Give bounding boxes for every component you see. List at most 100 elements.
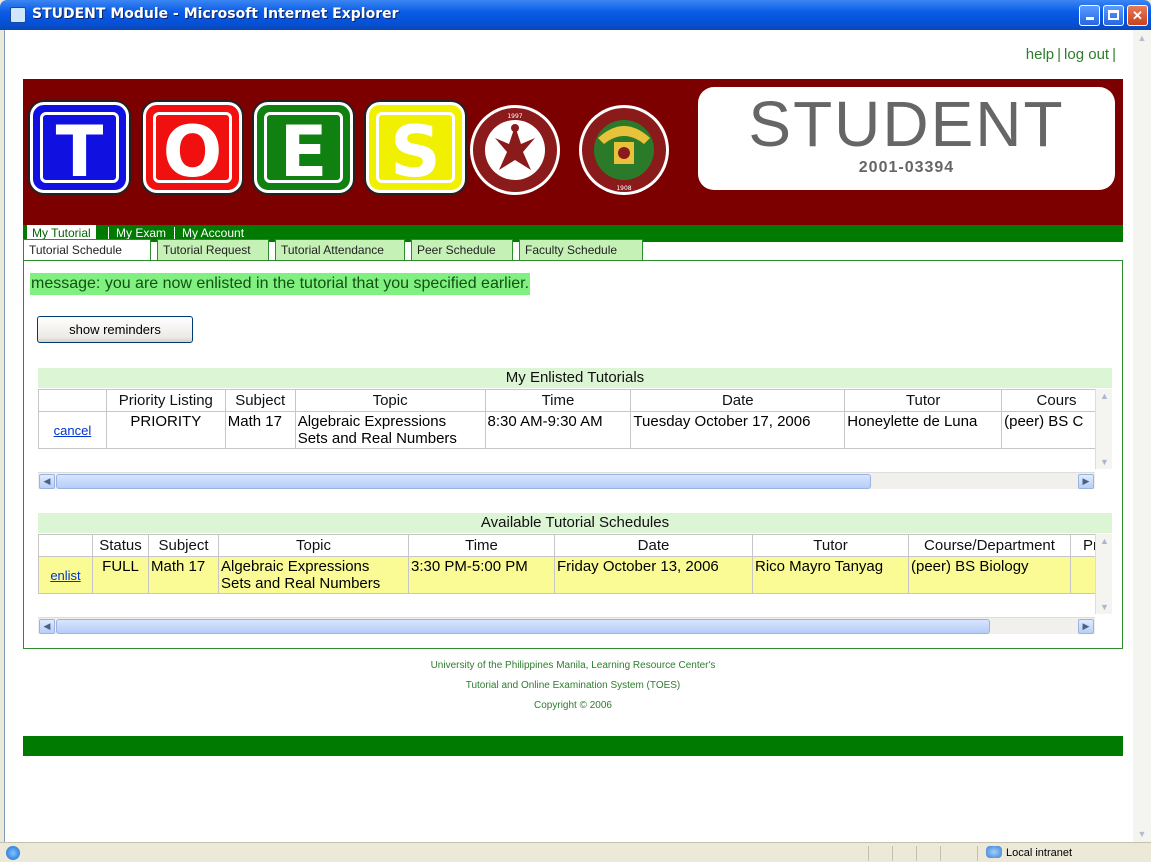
logo-letter-s: S — [366, 102, 465, 193]
enlisted-tutorials-title: My Enlisted Tutorials — [38, 368, 1112, 388]
table-header-row: Status Subject Topic Time Date Tutor Cou… — [38, 534, 1111, 557]
tab-faculty-schedule[interactable]: Faculty Schedule — [519, 239, 643, 261]
course-cell: (peer) BS Biology — [908, 556, 1071, 594]
browser-viewport: help | log out | T O E S 1997 1908 STUDENT … — [4, 30, 1133, 842]
scroll-down-icon[interactable]: ▼ — [1096, 600, 1112, 614]
enlisted-vertical-scrollbar[interactable]: ▲ ▼ — [1095, 389, 1112, 469]
status-divider — [940, 846, 941, 861]
topic-cell: Algebraic Expressions Sets and Real Numbe… — [294, 411, 486, 449]
scroll-left-icon[interactable]: ◀ — [39, 619, 55, 634]
logo-letter-o: O — [143, 102, 242, 193]
logout-separator: | — [1112, 46, 1116, 63]
help-bar: help | log out | — [1026, 46, 1119, 63]
logout-link[interactable]: log out — [1064, 46, 1109, 63]
status-divider — [916, 846, 917, 861]
col-tutor: Tutor — [752, 534, 909, 557]
date-cell: Tuesday October 17, 2006 — [630, 411, 846, 449]
intranet-zone-icon — [986, 846, 1002, 858]
col-topic: Topic — [294, 389, 486, 412]
minimize-icon — [1085, 17, 1094, 20]
logo-letter-t: T — [30, 102, 129, 193]
cancel-link[interactable]: cancel — [54, 423, 92, 438]
col-date: Date — [554, 534, 753, 557]
scroll-down-icon[interactable]: ▼ — [1134, 826, 1150, 842]
scroll-up-icon[interactable]: ▲ — [1096, 389, 1112, 403]
scroll-thumb[interactable] — [56, 619, 990, 634]
scroll-left-icon[interactable]: ◀ — [39, 474, 55, 489]
footer-line-2: Tutorial and Online Examination System (… — [465, 680, 681, 691]
enlist-link[interactable]: enlist — [50, 568, 80, 583]
status-bar: Local intranet — [0, 842, 1151, 862]
col-subject: Subject — [224, 389, 296, 412]
time-cell: 8:30 AM-9:30 AM — [484, 411, 632, 449]
time-cell: 3:30 PM-5:00 PM — [408, 556, 555, 594]
available-tutorials-table: Status Subject Topic Time Date Tutor Cou… — [38, 534, 1111, 594]
role-title: STUDENT — [748, 88, 1065, 160]
action-cell: enlist — [38, 556, 93, 594]
status-cell: FULL — [92, 556, 149, 594]
svg-text:1908: 1908 — [616, 185, 631, 192]
tab-tutorial-attendance[interactable]: Tutorial Attendance — [275, 239, 405, 261]
footer-bar — [23, 736, 1123, 756]
status-divider — [977, 846, 978, 861]
window-title: STUDENT Module - Microsoft Internet Expl… — [32, 6, 399, 22]
tab-tutorial-schedule[interactable]: Tutorial Schedule — [23, 239, 151, 261]
available-vertical-scrollbar[interactable]: ▲ ▼ — [1095, 534, 1112, 614]
maximize-button[interactable] — [1103, 5, 1124, 26]
close-button[interactable]: ✕ — [1127, 5, 1148, 26]
student-id: 2001-03394 — [858, 159, 955, 176]
maximize-icon — [1108, 10, 1119, 20]
col-time: Time — [484, 389, 632, 412]
tutor-cell: Honeylette de Luna — [844, 411, 1003, 449]
help-link[interactable]: help — [1026, 46, 1054, 63]
col-priority-listing: Priority Listing — [105, 389, 226, 412]
scroll-up-icon[interactable]: ▲ — [1096, 534, 1112, 548]
action-cell: cancel — [38, 411, 107, 449]
status-divider — [868, 846, 869, 861]
logo-letter-e: E — [254, 102, 353, 193]
date-cell: Friday October 13, 2006 — [554, 556, 753, 594]
learning-resource-center-seal: 1997 — [470, 105, 560, 195]
page-footer: University of the Philippines Manila, Le… — [23, 656, 1123, 716]
footer-copyright: Copyright © 2006 — [534, 700, 612, 711]
role-display: STUDENT 2001-03394 — [698, 87, 1115, 190]
page-vertical-scrollbar[interactable]: ▲ ▼ — [1133, 30, 1151, 842]
enlisted-tutorials-table: Priority Listing Subject Topic Time Date… — [38, 389, 1112, 449]
table-row: cancel PRIORITY Math 17 Algebraic Expres… — [38, 411, 1112, 449]
status-message: message: you are now enlisted in the tut… — [30, 273, 531, 295]
scroll-up-icon[interactable]: ▲ — [1134, 30, 1150, 46]
col-time: Time — [408, 534, 555, 557]
tutor-cell: Rico Mayro Tanyag — [752, 556, 909, 594]
enlisted-tutorials-frame: My Enlisted Tutorials Priority Listing S… — [38, 368, 1112, 490]
footer-line-1: University of the Philippines Manila, Le… — [430, 660, 716, 671]
scroll-down-icon[interactable]: ▼ — [1096, 455, 1112, 469]
scroll-right-icon[interactable]: ▶ — [1078, 474, 1094, 489]
toes-banner: T O E S 1997 1908 STUDENT 2001-03394 — [23, 79, 1123, 225]
col-subject: Subject — [148, 534, 219, 557]
col-tutor: Tutor — [844, 389, 1003, 412]
ie-page-icon — [6, 846, 20, 860]
status-divider — [892, 846, 893, 861]
minimize-button[interactable] — [1079, 5, 1100, 26]
tutorial-schedule-panel: message: you are now enlisted in the tut… — [23, 260, 1123, 649]
col-topic: Topic — [218, 534, 409, 557]
scroll-right-icon[interactable]: ▶ — [1078, 619, 1094, 634]
subject-cell: Math 17 — [224, 411, 296, 449]
security-zone-label: Local intranet — [1006, 847, 1073, 859]
tab-peer-schedule[interactable]: Peer Schedule — [411, 239, 513, 261]
scroll-thumb[interactable] — [56, 474, 871, 489]
available-horizontal-scrollbar[interactable]: ◀ ▶ — [38, 617, 1095, 634]
priority-cell: PRIORITY — [105, 411, 226, 449]
available-tutorials-frame: Available Tutorial Schedules Status Subj… — [38, 513, 1112, 635]
tab-tutorial-request[interactable]: Tutorial Request — [157, 239, 269, 261]
ie-window-icon — [10, 7, 26, 23]
table-header-row: Priority Listing Subject Topic Time Date… — [38, 389, 1112, 412]
help-separator: | — [1057, 46, 1062, 63]
up-manila-seal: 1908 — [579, 105, 669, 195]
enlisted-horizontal-scrollbar[interactable]: ◀ ▶ — [38, 472, 1095, 489]
available-tutorials-title: Available Tutorial Schedules — [38, 513, 1112, 533]
table-row: enlist FULL Math 17 Algebraic Expression… — [38, 556, 1111, 594]
col-action — [38, 534, 93, 557]
show-reminders-button[interactable]: show reminders — [37, 316, 193, 343]
topic-cell: Algebraic Expressions Sets and Real Numbe… — [218, 556, 409, 594]
